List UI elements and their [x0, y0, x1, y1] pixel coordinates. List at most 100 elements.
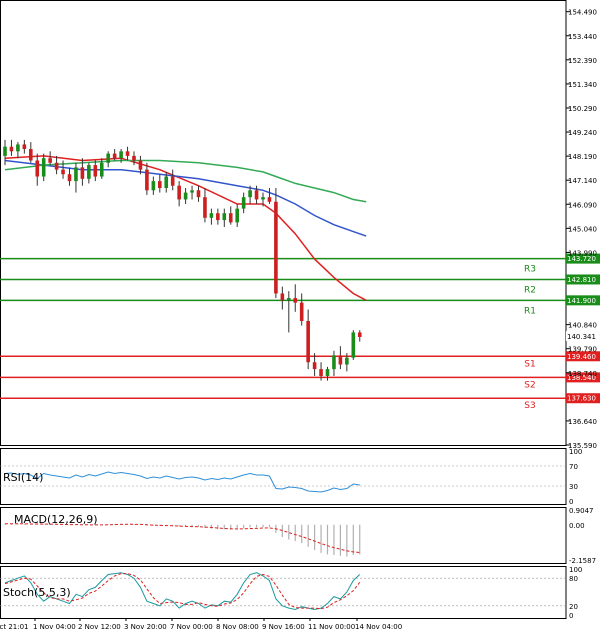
candle-body: [119, 151, 123, 159]
candle: [351, 330, 356, 360]
candle-body: [332, 355, 336, 370]
macd-tick-label: 0.9047: [569, 507, 594, 515]
rsi-tick-label: 30: [569, 483, 578, 491]
level-value-r1: 141.900: [567, 297, 596, 305]
time-tick-label: 3 Nov 20:00: [124, 623, 167, 631]
price-tick-label: 146.090: [568, 201, 597, 209]
candle-body: [190, 190, 194, 193]
panel-frame-0: [0, 0, 567, 446]
candle-body: [151, 181, 156, 191]
candle-body: [3, 146, 7, 156]
price-tick-label: 145.040: [568, 225, 597, 233]
level-value-s3: 137.630: [567, 395, 596, 403]
macd-label: MACD(12,26,9): [14, 513, 98, 526]
candle-body: [345, 357, 349, 365]
time-tick-label: 8 Nov 08:00: [216, 623, 259, 631]
candle-body: [177, 185, 181, 200]
level-name-s2: S2: [524, 380, 535, 390]
stoch-tick-label: 20: [569, 603, 578, 611]
candle-body: [29, 149, 33, 161]
time-tick-label: 11 Nov 00:00: [308, 623, 355, 631]
time-tick-label: 7 Nov 00:00: [170, 623, 213, 631]
time-tick-label: 1 Nov 04:00: [33, 623, 76, 631]
candle-body: [74, 167, 78, 182]
price-tick-label: 139.790: [568, 346, 597, 354]
stoch-tick-label: 0: [569, 612, 573, 620]
candle-body: [299, 302, 304, 321]
candle-body: [67, 174, 72, 182]
candle-body: [351, 332, 356, 358]
time-axis: Oct 21:01 1 Nov 04:002 Nov 12:003 Nov 20:…: [0, 618, 402, 631]
time-tick-label: 9 Nov 16:00: [262, 623, 305, 631]
price-tick-label: 153.440: [568, 33, 597, 41]
candle-body: [228, 213, 233, 223]
price-tick-label: 147.140: [568, 177, 597, 185]
candle-body: [106, 153, 110, 163]
candle-body: [287, 298, 291, 301]
price-tick-label: 151.340: [568, 81, 597, 89]
rsi-tick-label: 70: [569, 463, 578, 471]
candle-body: [196, 190, 201, 198]
candle-body: [319, 369, 323, 376]
level-name-r3: R3: [524, 265, 536, 275]
candle-body: [48, 158, 52, 163]
time-tick-label: Oct 21:01: [0, 623, 29, 631]
price-tick-label: 148.190: [568, 153, 597, 161]
candle-body: [261, 197, 265, 200]
candle-body: [274, 201, 278, 294]
price-tick-label: 138.740: [568, 370, 597, 378]
price-tick-label: 152.390: [568, 57, 597, 65]
candle-body: [132, 155, 136, 161]
candle-body: [209, 213, 214, 218]
stoch-tick-label: 80: [569, 575, 578, 583]
price-tick-label: 150.290: [568, 105, 597, 113]
macd-tick-label: -2.1587: [569, 557, 596, 565]
candle-body: [338, 355, 343, 365]
stoch-tick-label: 100: [569, 566, 582, 574]
rsi-tick-label: 100: [569, 448, 582, 456]
price-tick-label: 149.240: [568, 129, 597, 137]
candle-body: [312, 362, 317, 370]
candle: [274, 187, 278, 299]
panel-frame-3: [0, 566, 567, 619]
candle-body: [280, 293, 285, 301]
level-name-r1: R1: [524, 306, 536, 316]
candle-body: [112, 153, 117, 159]
candle-body: [158, 181, 162, 188]
candle-body: [16, 144, 20, 152]
rsi-tick-label: 0: [569, 498, 573, 506]
candle-body: [9, 146, 14, 152]
candle-body: [125, 151, 130, 156]
candle-body: [99, 162, 104, 177]
level-value-r2: 142.810: [567, 276, 596, 284]
candle-body: [293, 298, 298, 303]
level-value-s1: 139.460: [567, 353, 596, 361]
level-name-s1: S1: [524, 359, 535, 369]
candle-body: [235, 208, 239, 223]
stoch-label: Stoch(5,5,3): [3, 586, 71, 599]
candle-body: [54, 162, 59, 170]
candle-body: [254, 190, 259, 200]
candle-body: [216, 213, 220, 221]
price-tick-label: 140.840: [568, 322, 597, 330]
candle-body: [357, 332, 362, 338]
last-price-label: 140.341: [567, 333, 596, 341]
candle-body: [203, 197, 207, 218]
candle-body: [93, 165, 98, 177]
rsi-label: RSI(14): [3, 471, 43, 484]
chart-canvas: R3143.720R2142.810R1141.900S1139.460S213…: [0, 0, 600, 631]
price-axis: 154.490 153.440 152.390 151.340 150.290 149.2…: [566, 9, 600, 450]
macd-tick-label: 0.00: [569, 522, 585, 530]
time-tick-label: 14 Nov 04:00: [355, 623, 402, 631]
candle-body: [306, 320, 310, 363]
candle-body: [222, 213, 227, 221]
level-name-r2: R2: [524, 285, 536, 295]
candle-body: [22, 144, 27, 150]
time-tick-label: 2 Nov 12:00: [78, 623, 121, 631]
candle-body: [170, 176, 175, 186]
candle-body: [267, 197, 272, 202]
candle-body: [164, 176, 169, 188]
price-tick-label: 154.490: [568, 9, 597, 17]
price-tick-label: 136.640: [568, 418, 597, 426]
candle-body: [61, 169, 65, 175]
